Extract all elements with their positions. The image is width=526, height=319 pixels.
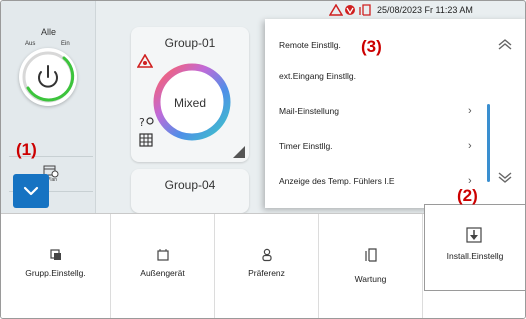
- group-settings-icon: [49, 249, 61, 260]
- annotation-2: (2): [457, 186, 478, 205]
- nav-wartung[interactable]: Wartung: [319, 214, 423, 318]
- annotation-1: (1): [16, 140, 37, 159]
- collapse-button[interactable]: [13, 174, 49, 208]
- maintenance-icon: [359, 4, 371, 16]
- mode-label: Mixed: [173, 96, 206, 110]
- tool-icon: [345, 5, 355, 15]
- fan-settings-icon: ?: [139, 116, 154, 129]
- chevron-up-double-icon[interactable]: [497, 37, 513, 51]
- outdoor-unit-icon: [156, 249, 169, 261]
- nav-label: Install.Einstellg: [446, 251, 504, 261]
- nav-label: Wartung: [354, 274, 387, 284]
- alert-icon: [329, 4, 343, 16]
- chevron-right-icon: ›: [468, 140, 472, 152]
- menu-item-ext-eingang[interactable]: ext.Eingang Einstllg.: [265, 62, 491, 93]
- nav-grupp-einstellg[interactable]: Grupp.Einstellg.: [1, 214, 111, 318]
- menu-scrollbar[interactable]: [487, 104, 490, 182]
- status-bar: 25/08/2023 Fr 11:23 AM: [1, 1, 525, 19]
- menu-item-mail[interactable]: Mail-Einstellung ›: [265, 97, 491, 128]
- datetime: 25/08/2023 Fr 11:23 AM: [377, 5, 473, 15]
- annotation-3: (3): [361, 37, 382, 56]
- ein-label: Ein: [61, 41, 70, 47]
- power-toggle[interactable]: [19, 48, 77, 106]
- grid-icon: [139, 133, 153, 147]
- group-title: Group-01: [164, 36, 216, 50]
- maintenance-icon: [364, 248, 377, 262]
- nav-label: Grupp.Einstellg.: [25, 268, 86, 278]
- settings-dropdown: Remote Einstllg. ext.Eingang Einstllg. M…: [265, 19, 525, 208]
- install-icon: [466, 227, 482, 243]
- alle-label: Alle: [40, 27, 56, 37]
- menu-item-label: Anzeige des Temp. Fühlers I.E: [279, 176, 395, 186]
- menu-item-label: Mail-Einstellung: [279, 106, 339, 116]
- menu-item-label: Remote Einstllg.: [279, 40, 341, 50]
- menu-item-label: Timer Einstllg.: [279, 141, 333, 151]
- menu-item-timer[interactable]: Timer Einstllg. ›: [265, 132, 491, 163]
- nav-label: Präferenz: [248, 268, 285, 278]
- nav-label: Außengerät: [140, 268, 185, 278]
- corner-indicator-icon: [233, 146, 245, 158]
- chevron-down-double-icon[interactable]: [497, 171, 513, 185]
- power-icon: [22, 51, 75, 103]
- nav-praeferenz[interactable]: Präferenz: [215, 214, 319, 318]
- chevron-right-icon: ›: [468, 105, 472, 117]
- chevron-down-icon: [23, 186, 39, 196]
- svg-text:?: ?: [139, 116, 145, 129]
- group-tile[interactable]: Group-01 Mixed ?: [131, 27, 249, 162]
- preference-icon: [261, 248, 272, 262]
- group-tile[interactable]: Group-04: [131, 169, 249, 213]
- nav-install-einstellg[interactable]: Install.Einstellg: [424, 204, 525, 291]
- aus-label: Aus: [25, 41, 36, 47]
- menu-item-label: ext.Eingang Einstllg.: [279, 71, 357, 81]
- app-frame: Alle Aus Ein Plan Group-01 Mixed ? Group…: [0, 0, 526, 319]
- group-title: Group-04: [164, 178, 216, 192]
- nav-aussengeraet[interactable]: Außengerät: [111, 214, 215, 318]
